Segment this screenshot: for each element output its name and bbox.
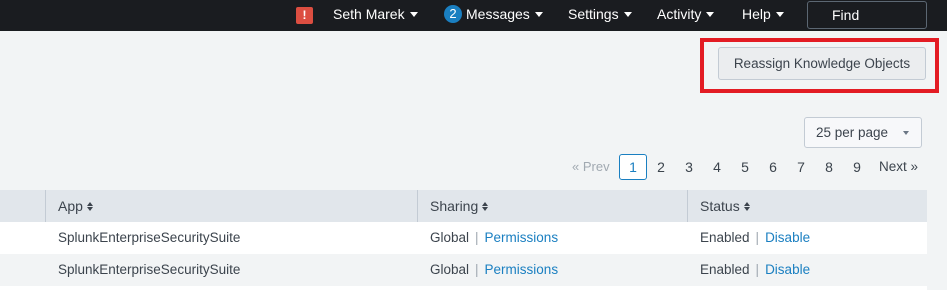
sort-icon [743,201,750,211]
pagination-next[interactable]: Next » [879,155,918,179]
chevron-down-icon [623,11,632,17]
column-header-status[interactable]: Status [687,190,927,222]
pagination-page[interactable]: 2 [651,155,671,179]
chevron-down-icon [409,11,418,17]
help-menu[interactable]: Help [742,0,784,31]
user-menu-label: Seth Marek [333,6,405,22]
sharing-value: Global [430,230,470,245]
top-nav-bar: ! Seth Marek 2 Messages Settings Activity… [0,0,947,31]
pagination-page[interactable]: 3 [679,155,699,179]
help-menu-label: Help [742,6,771,22]
status-cell: Enabled | Disable [700,222,810,254]
user-menu[interactable]: Seth Marek [333,0,418,31]
activity-menu-label: Activity [657,6,702,22]
pagination-page[interactable]: 5 [735,155,755,179]
app-cell: SplunkEnterpriseSecuritySuite [58,262,241,277]
chevron-down-icon [903,131,909,135]
table-row-partial [0,286,927,290]
column-header-label: App [58,198,83,214]
separator: | [755,262,760,277]
per-page-select[interactable]: 25 per page [804,117,922,148]
separator: | [475,230,479,245]
table-row: SplunkEnterpriseSecuritySuite Global | Per… [0,254,927,286]
status-cell: Enabled | Disable [700,254,810,286]
table-row: SplunkEnterpriseSecuritySuite Global | Per… [0,222,927,254]
sharing-value: Global [430,262,470,277]
disable-link[interactable]: Disable [765,262,810,277]
alert-icon[interactable]: ! [296,7,313,24]
pagination-page[interactable]: 9 [847,155,867,179]
pagination-page[interactable]: 4 [707,155,727,179]
chevron-down-icon [706,11,715,17]
per-page-label: 25 per page [816,125,889,140]
messages-count-badge: 2 [444,5,462,24]
app-cell: SplunkEnterpriseSecuritySuite [58,230,241,245]
messages-menu[interactable]: 2 Messages [444,0,543,31]
pagination-page[interactable]: 8 [819,155,839,179]
column-header-label: Sharing [430,198,479,214]
settings-menu[interactable]: Settings [568,0,632,31]
column-header-sharing[interactable]: Sharing [417,190,687,222]
status-value: Enabled [700,262,750,277]
pagination-page[interactable]: 7 [791,155,811,179]
chevron-down-icon [534,11,543,17]
find-input[interactable]: Find [807,1,927,29]
activity-menu[interactable]: Activity [657,0,715,31]
separator: | [475,262,479,277]
status-value: Enabled [700,230,750,245]
chevron-down-icon [775,11,784,17]
settings-menu-label: Settings [568,6,619,22]
separator: | [755,230,760,245]
pagination-page[interactable]: 6 [763,155,783,179]
pagination-page-current[interactable]: 1 [619,154,647,180]
table-header: App Sharing Status [0,190,927,222]
sort-icon [86,201,93,211]
sort-icon [482,201,489,211]
sharing-cell: Global | Permissions [430,222,558,254]
pagination-prev: « Prev [572,159,610,174]
permissions-link[interactable]: Permissions [485,262,559,277]
reassign-knowledge-objects-button[interactable]: Reassign Knowledge Objects [718,47,926,80]
disable-link[interactable]: Disable [765,230,810,245]
sharing-cell: Global | Permissions [430,254,558,286]
column-header-label: Status [700,198,740,214]
messages-menu-label: Messages [466,6,530,22]
permissions-link[interactable]: Permissions [485,230,559,245]
column-header-app[interactable]: App [45,190,417,222]
